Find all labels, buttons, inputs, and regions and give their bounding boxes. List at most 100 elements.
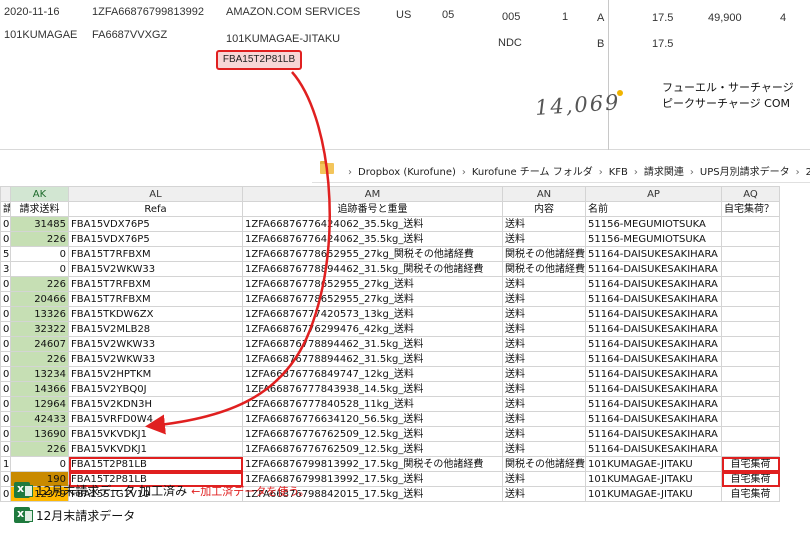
column-header-ap[interactable]: AP — [585, 186, 722, 202]
cell-refa[interactable]: FBA15VDX76P5 — [68, 216, 243, 232]
breadcrumb-item[interactable]: Dropbox (Kurofune) — [358, 167, 456, 178]
cell-lead[interactable]: 0 — [0, 336, 11, 352]
cell-tracking-weight[interactable]: 1ZFA66876799813992_17.5kg_関税その他諸経費 — [242, 456, 503, 472]
breadcrumb-item[interactable]: 請求関連 — [644, 167, 684, 178]
cell-content[interactable]: 送料 — [502, 276, 586, 292]
cell-content[interactable]: 送料 — [502, 441, 586, 457]
cell-content[interactable]: 送料 — [502, 486, 586, 502]
cell-home-pickup[interactable]: 自宅集荷 — [721, 456, 780, 472]
cell-lead[interactable]: 0 — [0, 411, 11, 427]
cell-name[interactable]: 51164-DAISUKESAKIHARA — [585, 441, 722, 457]
cell-home-pickup[interactable] — [721, 396, 780, 412]
cell-content[interactable]: 送料 — [502, 231, 586, 247]
cell-billed-shipping[interactable]: 226 — [10, 351, 69, 367]
breadcrumb-item[interactable]: Kurofune チーム フォルダ — [472, 167, 593, 178]
cell-tracking-weight[interactable]: 1ZFA66876778652955_27kg_送料 — [242, 276, 503, 292]
breadcrumb-item[interactable]: 2020 — [806, 167, 810, 178]
cell-lead[interactable]: 3 — [0, 261, 11, 277]
cell-lead[interactable]: 0 — [0, 291, 11, 307]
cell-name[interactable]: 51164-DAISUKESAKIHARA — [585, 306, 722, 322]
cell-home-pickup[interactable]: 自宅集荷 — [721, 486, 780, 502]
cell-billed-shipping[interactable]: 226 — [10, 276, 69, 292]
cell-refa[interactable]: FBA15VKVDKJ1 — [68, 441, 243, 457]
cell-name[interactable]: 101KUMAGAE-JITAKU — [585, 486, 722, 502]
cell-billed-shipping[interactable]: 0 — [10, 261, 69, 277]
cell-home-pickup[interactable] — [721, 321, 780, 337]
cell-refa[interactable]: FBA15T7RFBXM — [68, 276, 243, 292]
field-billed-shipping[interactable]: 請求送料 — [10, 201, 69, 217]
cell-home-pickup[interactable] — [721, 441, 780, 457]
cell-tracking-weight[interactable]: 1ZFA66876778894462_31.5kg_送料 — [242, 351, 503, 367]
cell-tracking-weight[interactable]: 1ZFA66876777420573_13kg_送料 — [242, 306, 503, 322]
cell-tracking-weight[interactable]: 1ZFA66876776424062_35.5kg_送料 — [242, 216, 503, 232]
cell-billed-shipping[interactable]: 13326 — [10, 306, 69, 322]
cell-name[interactable]: 51156-MEGUMIOTSUKA — [585, 231, 722, 247]
cell-content[interactable]: 送料 — [502, 396, 586, 412]
file-item-raw[interactable]: 12月末請求データ — [14, 507, 135, 525]
cell-refa[interactable]: FBA15V2KDN3H — [68, 396, 243, 412]
cell-billed-shipping[interactable]: 226 — [10, 231, 69, 247]
column-header-ak[interactable]: AK — [10, 186, 69, 202]
cell-billed-shipping[interactable]: 0 — [10, 246, 69, 262]
cell-billed-shipping[interactable]: 14366 — [10, 381, 69, 397]
cell-home-pickup[interactable] — [721, 336, 780, 352]
cell-content[interactable]: 送料 — [502, 411, 586, 427]
cell-content[interactable]: 関税その他諸経費 — [502, 246, 586, 262]
breadcrumb-item[interactable]: KFB — [609, 167, 628, 178]
cell-lead[interactable]: 1 — [0, 456, 11, 472]
cell-content[interactable]: 送料 — [502, 291, 586, 307]
cell-tracking-weight[interactable]: 1ZFA66876776634120_56.5kg_送料 — [242, 411, 503, 427]
cell-billed-shipping[interactable]: 32322 — [10, 321, 69, 337]
cell-billed-shipping[interactable]: 24607 — [10, 336, 69, 352]
cell-name[interactable]: 51164-DAISUKESAKIHARA — [585, 321, 722, 337]
breadcrumb-item[interactable]: UPS月別請求データ — [700, 167, 790, 178]
cell-name[interactable]: 101KUMAGAE-JITAKU — [585, 471, 722, 487]
cell-billed-shipping[interactable]: 13234 — [10, 366, 69, 382]
cell-home-pickup[interactable] — [721, 306, 780, 322]
cell-billed-shipping[interactable]: 226 — [10, 441, 69, 457]
cell-refa[interactable]: FBA15V2MLB28 — [68, 321, 243, 337]
cell-refa[interactable]: FBA15V2WKW33 — [68, 336, 243, 352]
cell-billed-shipping[interactable]: 42433 — [10, 411, 69, 427]
cell-lead[interactable]: 0 — [0, 486, 11, 502]
cell-lead[interactable]: 0 — [0, 276, 11, 292]
column-header-am[interactable]: AM — [242, 186, 503, 202]
cell-lead[interactable]: 0 — [0, 471, 11, 487]
field-refa[interactable]: Refa — [68, 201, 243, 217]
cell-home-pickup[interactable] — [721, 381, 780, 397]
cell-home-pickup[interactable] — [721, 426, 780, 442]
file-item-processed[interactable]: 12月末請求データ 加工済み←加工済データを使う。 — [14, 482, 310, 500]
cell-home-pickup[interactable] — [721, 366, 780, 382]
cell-lead[interactable]: 0 — [0, 441, 11, 457]
cell-name[interactable]: 51164-DAISUKESAKIHARA — [585, 261, 722, 277]
cell-content[interactable]: 送料 — [502, 216, 586, 232]
cell-tracking-weight[interactable]: 1ZFA66876778652955_27kg_送料 — [242, 291, 503, 307]
cell-content[interactable]: 関税その他諸経費 — [502, 261, 586, 277]
cell-tracking-weight[interactable]: 1ZFA66876776762509_12.5kg_送料 — [242, 426, 503, 442]
field-lead[interactable]: 請 — [0, 201, 11, 217]
cell-refa[interactable]: FBA15V2WKW33 — [68, 261, 243, 277]
cell-lead[interactable]: 0 — [0, 426, 11, 442]
cell-name[interactable]: 51156-MEGUMIOTSUKA — [585, 216, 722, 232]
cell-refa[interactable]: FBA15VRFD0W4 — [68, 411, 243, 427]
cell-refa[interactable]: FBA15VKVDKJ1 — [68, 426, 243, 442]
cell-name[interactable]: 51164-DAISUKESAKIHARA — [585, 276, 722, 292]
cell-name[interactable]: 51164-DAISUKESAKIHARA — [585, 291, 722, 307]
column-header-al[interactable]: AL — [68, 186, 243, 202]
cell-lead[interactable]: 0 — [0, 366, 11, 382]
cell-content[interactable]: 送料 — [502, 321, 586, 337]
cell-tracking-weight[interactable]: 1ZFA66876778894462_31.5kg_送料 — [242, 336, 503, 352]
column-header-an[interactable]: AN — [502, 186, 586, 202]
cell-content[interactable]: 送料 — [502, 351, 586, 367]
cell-tracking-weight[interactable]: 1ZFA66876776299476_42kg_送料 — [242, 321, 503, 337]
cell-name[interactable]: 51164-DAISUKESAKIHARA — [585, 336, 722, 352]
cell-lead[interactable]: 0 — [0, 321, 11, 337]
field-content[interactable]: 内容 — [502, 201, 586, 217]
cell-refa[interactable]: FBA15TKDW6ZX — [68, 306, 243, 322]
cell-home-pickup[interactable] — [721, 291, 780, 307]
column-header-aq[interactable]: AQ — [721, 186, 780, 202]
cell-content[interactable]: 送料 — [502, 336, 586, 352]
cell-lead[interactable]: 0 — [0, 216, 11, 232]
field-home-pickup[interactable]: 自宅集荷？ — [721, 201, 780, 217]
cell-billed-shipping[interactable]: 12964 — [10, 396, 69, 412]
